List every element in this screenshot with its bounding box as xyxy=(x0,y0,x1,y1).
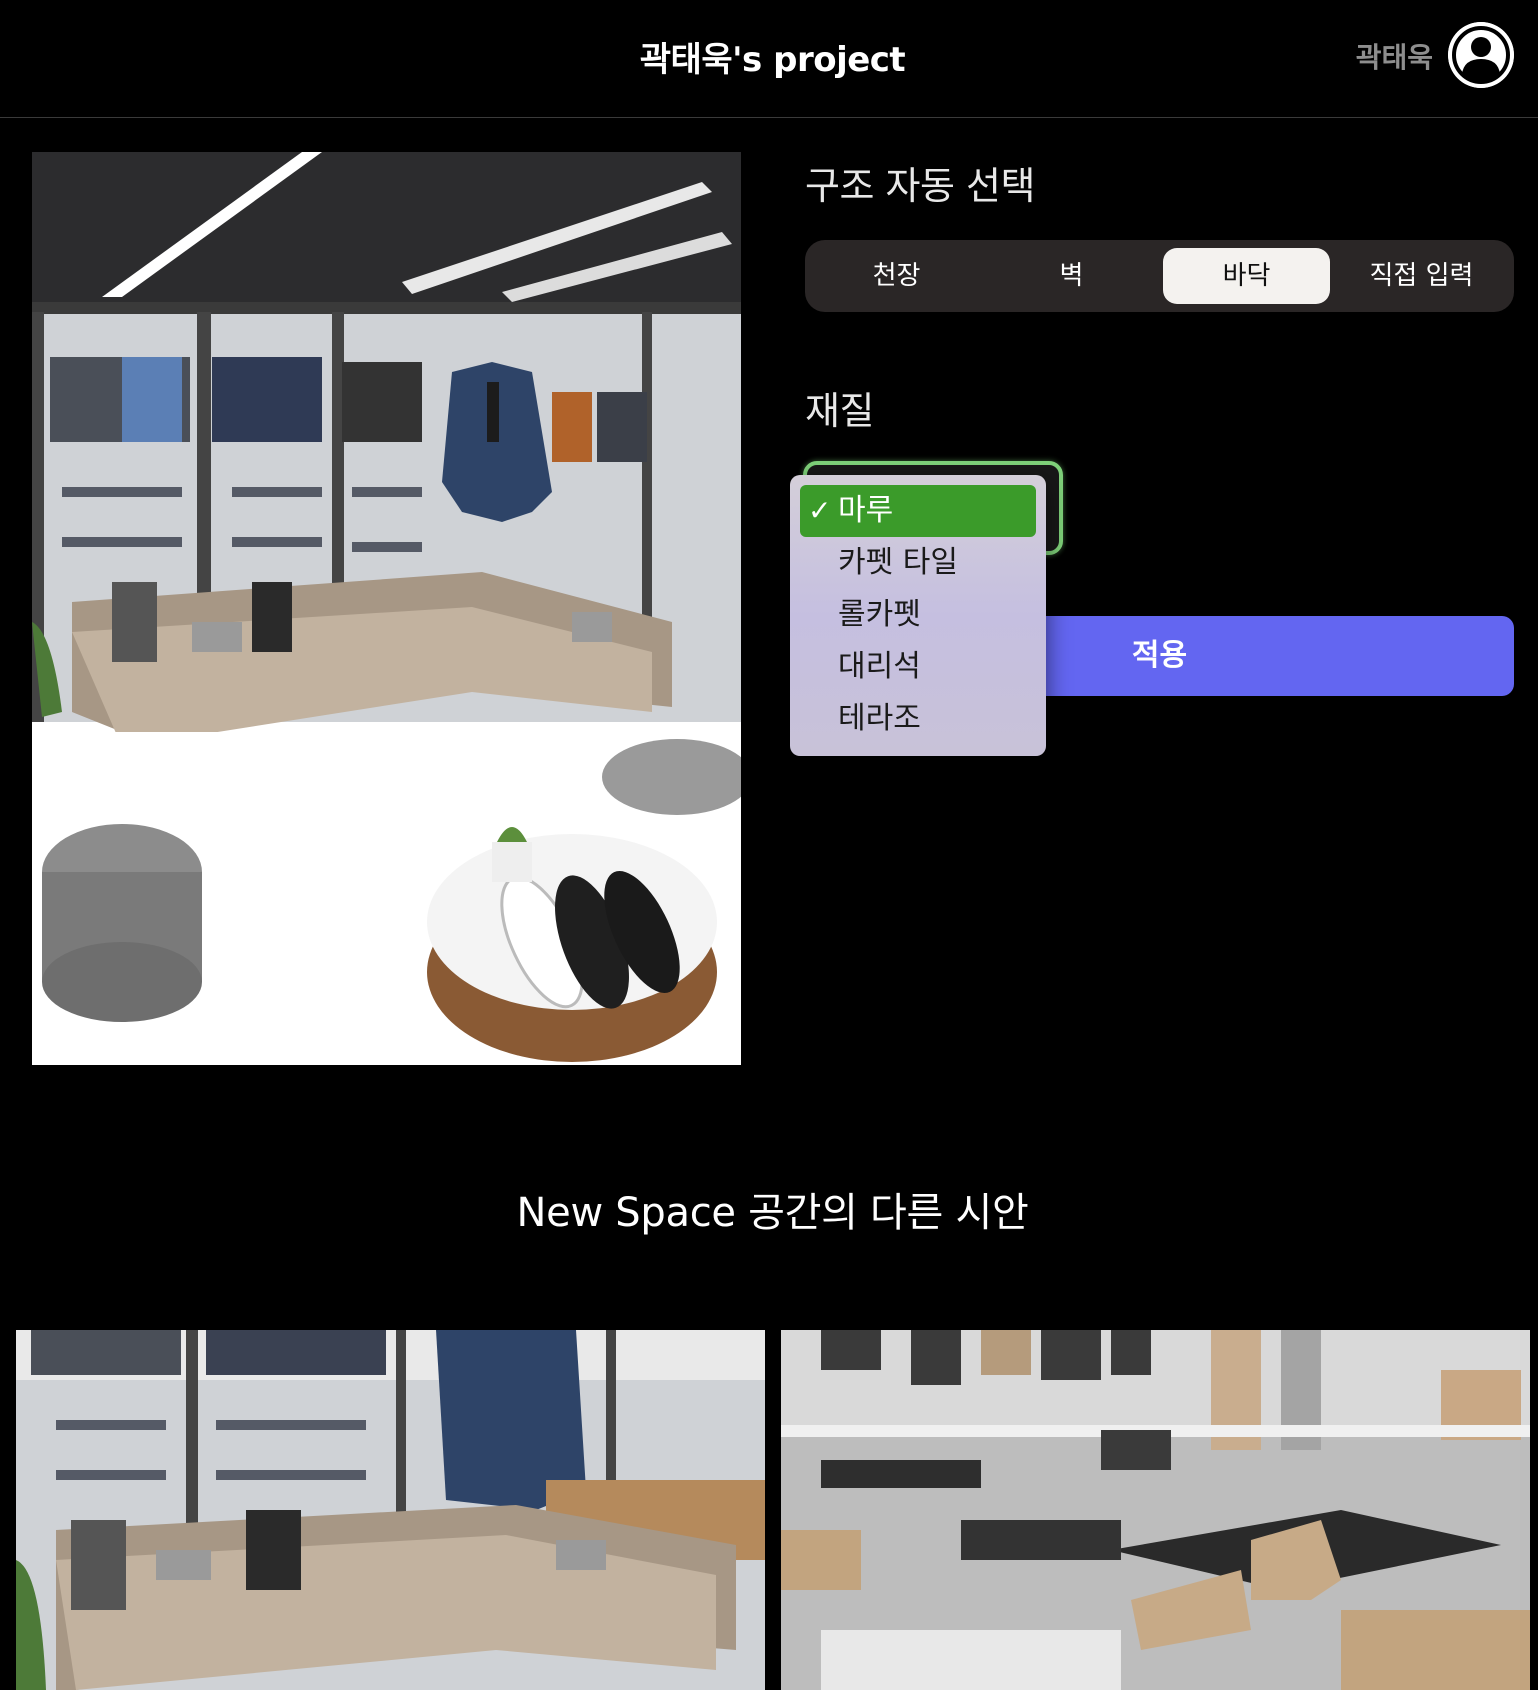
checkmark-icon: ✓ xyxy=(808,494,832,527)
option-label: 카펫 타일 xyxy=(838,545,958,580)
gallery-thumbnail[interactable] xyxy=(781,1330,1530,1690)
structure-segmented-control: 천장 벽 바닥 직접 입력 xyxy=(805,240,1514,312)
option-label: 마루 xyxy=(838,493,894,528)
option-label: 대리석 xyxy=(838,649,921,684)
option-maru[interactable]: ✓ 마루 xyxy=(800,485,1036,537)
tab-custom-input[interactable]: 직접 입력 xyxy=(1338,248,1505,304)
structure-title: 구조 자동 선택 xyxy=(805,164,1035,208)
option-terrazzo[interactable]: 테라조 xyxy=(800,693,1036,745)
user-name[interactable]: 곽태욱 xyxy=(1356,36,1433,76)
option-label: 테라조 xyxy=(838,701,921,736)
top-bar: 곽태욱's project 곽태욱 xyxy=(0,0,1538,118)
material-title: 재질 xyxy=(805,389,874,433)
tab-floor[interactable]: 바닥 xyxy=(1163,248,1330,304)
option-label: 롤카펫 xyxy=(838,597,921,632)
gallery-title: New Space 공간의 다른 시안 xyxy=(516,1190,1029,1236)
main-render-image xyxy=(32,152,741,1065)
tab-wall[interactable]: 벽 xyxy=(988,248,1155,304)
material-dropdown-menu: ✓ 마루 카펫 타일 롤카펫 대리석 테라조 xyxy=(790,475,1046,756)
user-avatar-icon[interactable] xyxy=(1448,22,1514,88)
gallery-thumbnail[interactable] xyxy=(16,1330,765,1690)
option-roll-carpet[interactable]: 롤카펫 xyxy=(800,589,1036,641)
option-carpet-tile[interactable]: 카펫 타일 xyxy=(800,537,1036,589)
project-title: 곽태욱's project xyxy=(639,40,906,80)
tab-ceiling[interactable]: 천장 xyxy=(813,248,980,304)
option-marble[interactable]: 대리석 xyxy=(800,641,1036,693)
